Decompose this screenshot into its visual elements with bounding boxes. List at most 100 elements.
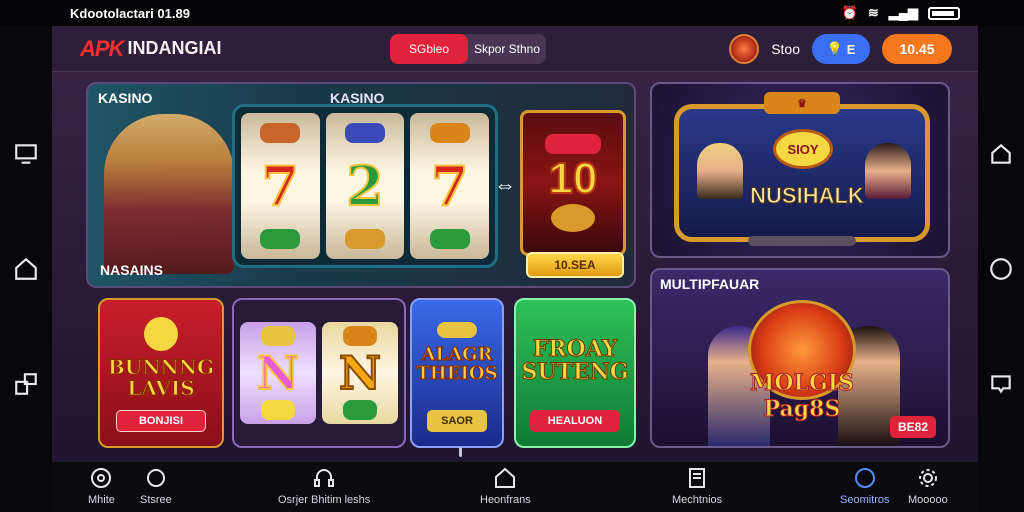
tab-casino[interactable]: SGbieo [390, 34, 468, 64]
nav-label: Osrjer Bhitim leshs [278, 494, 371, 506]
bonus-pill-button[interactable]: 💡 E [812, 34, 870, 64]
nav-item-houses[interactable]: Heonfrans [480, 466, 531, 506]
tile-title: FROAY SUTENG [521, 335, 629, 385]
reel: 2 [325, 113, 405, 259]
multi-badge[interactable]: BE82 [890, 416, 936, 438]
jackpot-panel: 10 [520, 110, 626, 256]
headset-icon [314, 469, 335, 487]
lightbulb-icon: 💡 [826, 41, 843, 56]
app-logo[interactable]: APK INDANGIAI [80, 36, 221, 62]
tile-play-button[interactable]: SAOR [427, 410, 487, 432]
alarm-icon: ⏰ [841, 5, 858, 20]
reel-symbol [429, 122, 470, 143]
status-bar: Kdootolactari 01.89 ⏰ ≋ ▂▄▆ [0, 0, 1024, 26]
reel-symbol [261, 326, 295, 346]
balance-button[interactable]: 10.45 [882, 34, 952, 64]
jackpot-value: 10 [548, 153, 599, 204]
coin-stack-icon [551, 204, 595, 232]
game-tile-bonus[interactable]: BUNNNG LAVIS BONJISI [98, 298, 224, 448]
coin-icon [144, 317, 178, 351]
reel-main-symbol: 7 [261, 153, 301, 219]
signal-icon: ▂▄▆ [888, 5, 918, 20]
home-outline-icon[interactable] [988, 141, 1014, 167]
bottom-nav: Mhite Stsree Osrjer Bhitim leshs Heonfra… [52, 462, 978, 512]
jackpot-button[interactable]: 10.SEA [526, 252, 624, 278]
circle-home-icon[interactable] [988, 256, 1014, 282]
nav-label: Heonfrans [480, 494, 531, 506]
swap-arrows-icon[interactable]: ⇔ [494, 172, 516, 198]
nav-item-mechanics[interactable]: Mechtnios [672, 466, 722, 506]
badge-icon [146, 469, 165, 487]
balance-label: Stoo [771, 41, 800, 57]
nav-label: Mhite [88, 494, 115, 506]
tile-play-button[interactable]: BONJISI [116, 410, 206, 432]
nav-item-home[interactable]: Mhite [88, 466, 115, 506]
reel-symbol [343, 400, 377, 420]
hero-character-image [104, 114, 234, 274]
reel-symbol [345, 229, 385, 250]
back-icon[interactable] [988, 371, 1014, 397]
game-tile-friday[interactable]: FROAY SUTENG HEALUON [514, 298, 636, 448]
nav-item-more[interactable]: Mooooo [908, 466, 948, 506]
reel-symbol [260, 122, 301, 143]
game-tile-n-slot[interactable]: N N [232, 298, 406, 448]
status-icons: ⏰ ≋ ▂▄▆ [842, 5, 960, 21]
scroll-indicator[interactable] [459, 447, 462, 457]
coin-icon[interactable] [729, 34, 760, 64]
promo-frame: SIOY NUSIHALK [674, 104, 930, 242]
tile-title: BUNNNG LAVIS [107, 355, 215, 400]
hero-title: KASINO [98, 90, 153, 106]
crown-icon: ♛ [764, 92, 840, 114]
wifi-icon: ≋ [867, 5, 879, 20]
hero-banner[interactable]: KASINO KASINO 7 2 7 ⇔ 10 10.SEA NASAINS [86, 82, 636, 288]
chili-icon [545, 134, 601, 154]
home-icon[interactable] [13, 256, 39, 282]
multiplayer-banner[interactable]: MULTIPFAUAR MOLGIS Pag8S BE82 [650, 268, 950, 448]
reel-symbol [429, 229, 470, 250]
reel-main-symbol: 7 [430, 153, 470, 219]
gear-icon [918, 469, 937, 487]
reel: 7 [241, 113, 320, 259]
game-tile-alarm[interactable]: ALAGR THEIOS SAOR [410, 298, 504, 448]
left-system-nav [0, 26, 52, 512]
split-screen-icon[interactable] [13, 371, 39, 397]
right-system-nav [978, 26, 1024, 512]
nav-label: Stsree [140, 494, 172, 506]
recents-icon[interactable] [13, 141, 39, 167]
disc-icon [91, 468, 112, 488]
reel: 7 [410, 113, 490, 259]
slot-reels: 7 2 7 [232, 104, 498, 268]
house-icon [495, 467, 516, 488]
header-tabs: SGbieo Skpor Sthno [390, 34, 546, 64]
reel-main-symbol: N [338, 345, 382, 401]
app-window: APK INDANGIAI SGbieo Skpor Sthno Stoo 💡 … [52, 26, 978, 462]
nav-item-store[interactable]: Stsree [140, 466, 172, 506]
multi-title: MULTIPFAUAR [660, 276, 760, 292]
document-icon [689, 468, 706, 488]
nav-label: Mechtnios [672, 494, 723, 506]
logo-text: INDANGIAI [127, 38, 222, 58]
promo-title: NUSIHALK [750, 183, 865, 209]
reel-main-symbol: 2 [345, 153, 385, 219]
header-actions: Stoo 💡 E 10.45 [729, 34, 952, 64]
status-time: Kdootolactari 01.89 [70, 5, 190, 21]
bonus-pill-label: E [846, 41, 856, 57]
hero-subtitle: NASAINS [100, 262, 164, 278]
tab-sports[interactable]: Skpor Sthno [468, 34, 546, 64]
tile-play-button[interactable]: HEALUON [530, 410, 620, 432]
reel-symbol [343, 326, 377, 346]
nav-item-support[interactable]: Osrjer Bhitim leshs [278, 466, 370, 506]
promo-banner[interactable]: SIOY NUSIHALK ♛ [650, 82, 950, 258]
nav-label: Seomitros [840, 494, 890, 506]
nav-label: Mooooo [908, 494, 948, 506]
nav-item-promotions[interactable]: Seomitros [840, 466, 890, 506]
logo-badge: APK [80, 35, 124, 61]
promo-pager[interactable] [748, 236, 856, 246]
reel-main-symbol: N [256, 345, 300, 401]
reel: N [240, 322, 316, 424]
battery-icon [928, 6, 960, 20]
tile-title: ALAGR THEIOS [416, 344, 498, 384]
multi-game-name: MOLGIS Pag8S [750, 370, 855, 423]
reel-symbol [260, 229, 301, 250]
reel-symbol [345, 122, 385, 143]
